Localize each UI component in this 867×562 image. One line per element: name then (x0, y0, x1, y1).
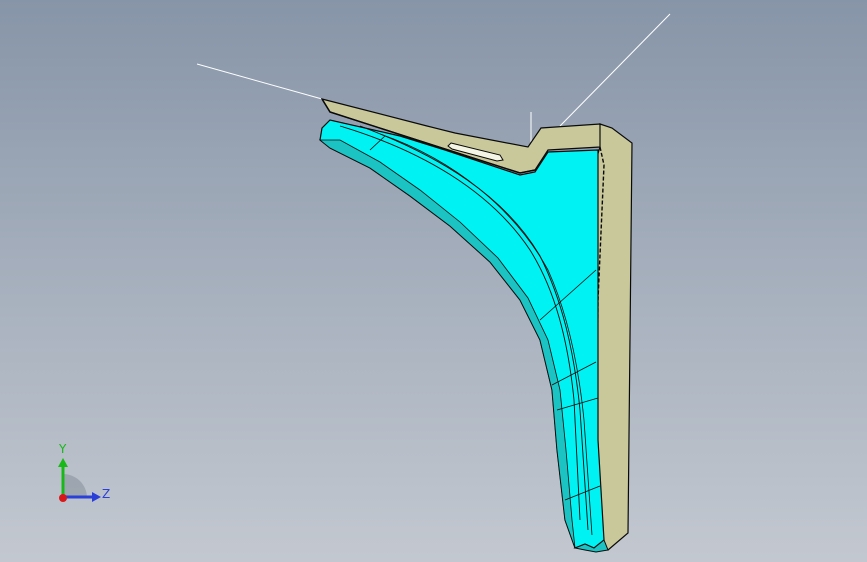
construction-line-right (559, 13, 671, 127)
construction-line-left (196, 63, 323, 100)
y-axis-label: Y (59, 442, 67, 456)
side-panel-face[interactable] (595, 123, 633, 551)
model-canvas[interactable] (0, 0, 867, 562)
z-axis-label: Z (102, 487, 111, 501)
triad-xz-plane-icon (63, 474, 87, 497)
y-axis-arrowhead (58, 458, 68, 467)
cad-viewport[interactable]: Y Z (0, 0, 867, 562)
x-axis-dot (59, 494, 67, 502)
z-axis-arrowhead (92, 492, 101, 502)
